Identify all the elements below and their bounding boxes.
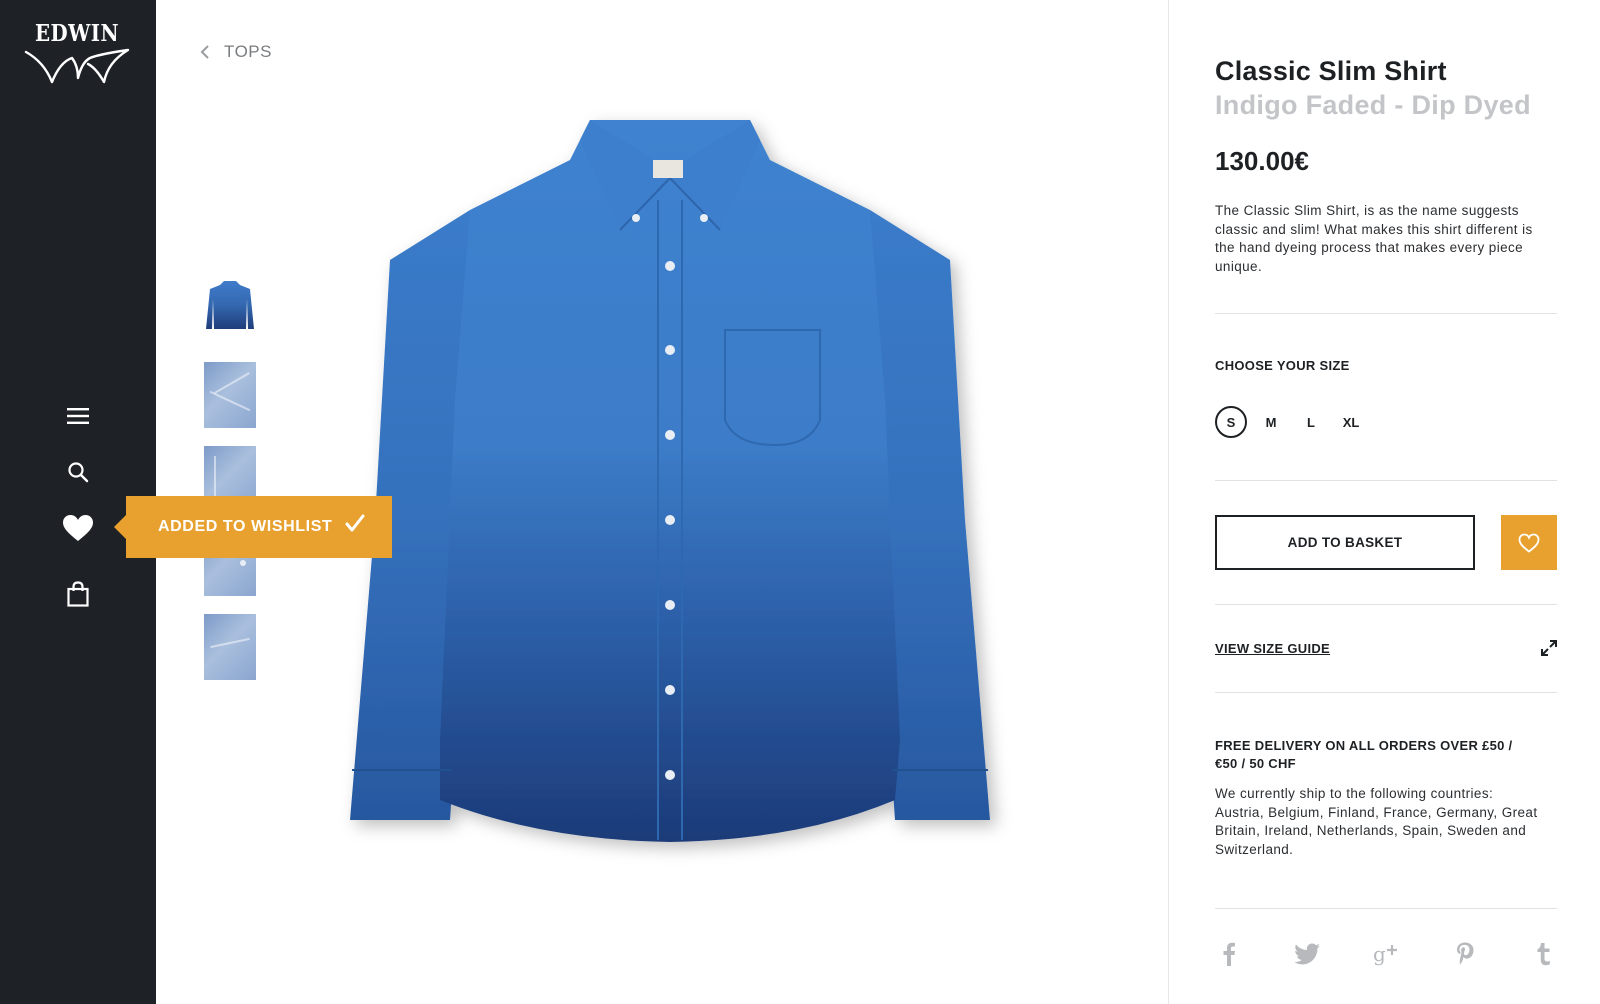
product-image[interactable] — [340, 100, 1040, 870]
divider — [1215, 313, 1557, 314]
svg-text:g: g — [1373, 942, 1386, 966]
pinterest-icon[interactable] — [1451, 940, 1479, 968]
size-label: CHOOSE YOUR SIZE — [1215, 358, 1350, 373]
product-description: The Classic Slim Shirt, is as the name s… — [1215, 203, 1533, 274]
expand-icon[interactable] — [1539, 638, 1559, 658]
size-guide-link[interactable]: VIEW SIZE GUIDE — [1215, 641, 1330, 656]
toast-message: ADDED TO WISHLIST — [158, 518, 333, 535]
thumbnail-collar-detail[interactable] — [204, 362, 256, 428]
size-selector: S M L XL — [1215, 406, 1375, 438]
menu-icon[interactable] — [60, 398, 96, 434]
divider — [1215, 480, 1557, 481]
check-icon — [345, 514, 365, 532]
brand-name: EDWIN — [35, 20, 119, 47]
twitter-icon[interactable] — [1294, 940, 1322, 968]
delivery-title: FREE DELIVERY ON ALL ORDERS OVER £50 / €… — [1215, 738, 1513, 771]
divider — [1215, 692, 1557, 693]
social-share-bar: g — [1215, 940, 1557, 968]
search-icon[interactable] — [60, 454, 96, 490]
panel-divider — [1168, 0, 1169, 1004]
size-option-m[interactable]: M — [1255, 406, 1287, 438]
chevron-left-icon — [200, 45, 209, 59]
breadcrumb[interactable]: TOPS — [200, 42, 272, 62]
size-option-xl[interactable]: XL — [1335, 406, 1367, 438]
size-option-s[interactable]: S — [1215, 406, 1247, 438]
product-price: 130.00€ — [1215, 146, 1309, 176]
divider — [1215, 908, 1557, 909]
wishlist-toast: ADDED TO WISHLIST — [114, 496, 392, 558]
tumblr-icon[interactable] — [1529, 940, 1557, 968]
brand-logo[interactable]: EDWIN — [22, 20, 132, 90]
delivery-text: We currently ship to the following count… — [1215, 786, 1538, 857]
heart-outline-icon — [1518, 533, 1540, 553]
bag-icon[interactable] — [60, 576, 96, 612]
breadcrumb-label: TOPS — [224, 42, 272, 61]
heart-icon[interactable] — [60, 510, 96, 546]
wishlist-button[interactable] — [1501, 515, 1557, 570]
size-option-l[interactable]: L — [1295, 406, 1327, 438]
divider — [1215, 604, 1557, 605]
thumbnail-back-detail[interactable] — [204, 614, 256, 680]
product-subtitle: Indigo Faded - Dip Dyed — [1215, 90, 1531, 120]
logo-wings-icon — [24, 48, 130, 84]
product-details-panel: Classic Slim Shirt Indigo Faded - Dip Dy… — [1215, 0, 1557, 1004]
product-title: Classic Slim Shirt — [1215, 56, 1447, 86]
google-plus-icon[interactable]: g — [1372, 940, 1400, 968]
add-to-basket-button[interactable]: ADD TO BASKET — [1215, 515, 1475, 570]
facebook-icon[interactable] — [1215, 940, 1243, 968]
thumbnail-shirt-front[interactable] — [204, 277, 256, 343]
